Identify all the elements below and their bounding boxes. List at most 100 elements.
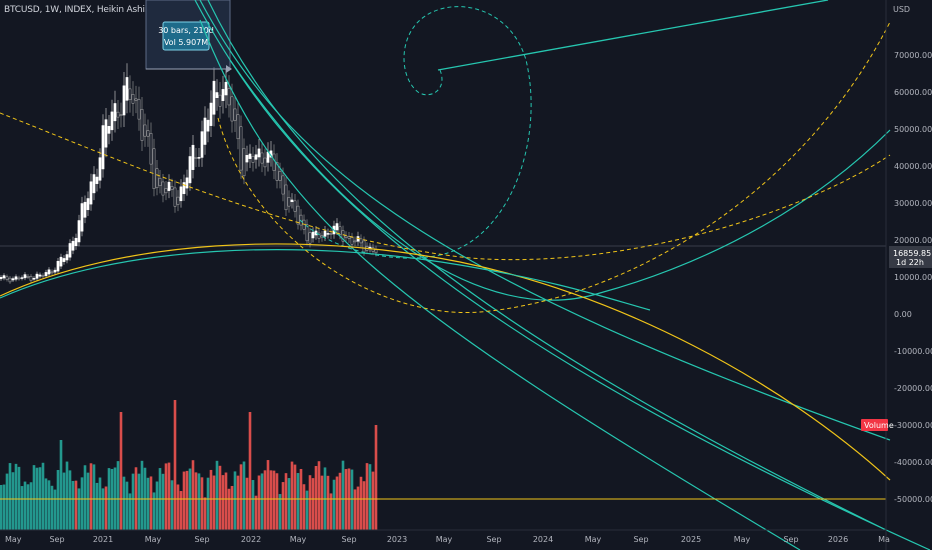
candle-body [38, 274, 42, 277]
volume-bar [251, 480, 255, 530]
candle-body [2, 275, 6, 279]
volume-bar [245, 477, 249, 530]
candle-body [8, 277, 12, 283]
candle-body [254, 154, 258, 160]
price-chart[interactable]: 30 bars, 210d Vol 5.907M 70000.0060000.0… [0, 0, 932, 550]
volume-bar [116, 461, 120, 530]
candle-body [227, 88, 231, 106]
volume-bar [242, 461, 246, 530]
candle-body [197, 157, 201, 159]
price-axis-label: -20000.00 [894, 384, 932, 393]
candle-body [20, 277, 24, 279]
volume-bar [41, 462, 45, 530]
volume-bar [89, 463, 93, 530]
volume-bar [137, 473, 141, 530]
volume-bar [284, 473, 288, 530]
volume-bar [53, 489, 57, 530]
candle-body [179, 186, 183, 202]
candle-body [89, 181, 93, 205]
time-axis-label: 2023 [387, 535, 407, 544]
volume-bar [203, 497, 207, 530]
volume-bar [122, 476, 126, 530]
candle-body [155, 168, 159, 188]
candle-body [173, 187, 177, 207]
volume-bar [269, 470, 273, 530]
volume-bar [212, 475, 216, 530]
candle-body [248, 153, 252, 159]
time-axis-label: 2021 [93, 535, 113, 544]
candle-body [32, 278, 36, 280]
candle-body [233, 108, 237, 121]
volume-bar [152, 492, 156, 530]
measure-tooltip-line2: Vol 5.907M [164, 38, 208, 47]
volume-bar [146, 477, 150, 530]
candle-body [107, 126, 111, 134]
volume-bar [20, 486, 24, 530]
volume-bar [260, 473, 264, 530]
chart-background [0, 0, 932, 550]
volume-bar [302, 484, 306, 530]
volume-bar [353, 489, 357, 530]
volume-bar [167, 462, 171, 530]
volume-bar [47, 480, 51, 530]
volume-bar [332, 479, 336, 530]
candle-body [47, 269, 51, 275]
volume-bar [356, 486, 360, 530]
price-axis-label: 10000.00 [894, 273, 932, 282]
time-axis-label: Ma [878, 535, 890, 544]
symbol-legend[interactable]: BTCUSD, 1W, INDEX, Heikin Ashi [4, 5, 145, 15]
candle-body [122, 85, 126, 116]
volume-bar [32, 465, 36, 530]
candle-body [185, 177, 189, 189]
candle-body [41, 275, 45, 277]
time-axis-label: May [5, 535, 22, 544]
candle-body [293, 200, 297, 212]
volume-bar [83, 465, 87, 530]
volume-bar [56, 470, 60, 530]
price-axis-label: 70000.00 [894, 51, 932, 60]
candle-body [344, 235, 348, 238]
volume-bar [239, 464, 243, 530]
volume-bar [308, 475, 312, 530]
candle-body [74, 237, 78, 247]
volume-bar [368, 464, 372, 530]
volume-bar [359, 476, 363, 530]
candle-body [359, 238, 363, 244]
volume-bar [335, 476, 339, 530]
volume-bar [149, 476, 153, 530]
volume-bar [341, 460, 345, 530]
candle-body [140, 109, 144, 141]
time-axis-label: 2025 [681, 535, 701, 544]
volume-bar [221, 475, 225, 530]
candle-body [230, 96, 234, 122]
volume-bar [263, 470, 267, 530]
volume-bar [287, 478, 291, 530]
volume-bar [74, 480, 78, 530]
volume-bar [305, 490, 309, 530]
candle-body [56, 260, 60, 272]
candle-body [239, 126, 243, 171]
volume-bar [206, 477, 210, 530]
price-axis-label: -50000.00 [894, 495, 932, 504]
volume-bar [182, 471, 186, 530]
volume-bar [179, 491, 183, 530]
volume-bar [140, 460, 144, 530]
volume-bar [164, 463, 168, 530]
time-axis-label: Sep [486, 535, 501, 544]
candle-body [251, 156, 255, 163]
time-axis-label: May [585, 535, 602, 544]
currency-label: USD [893, 5, 910, 14]
candle-body [212, 80, 216, 115]
price-axis-label: 0.00 [894, 310, 912, 319]
candle-body [272, 153, 276, 171]
candle-body [50, 271, 54, 274]
candle-body [188, 156, 192, 184]
candle-body [335, 223, 339, 231]
candle-body [176, 196, 180, 205]
volume-bar [290, 461, 294, 530]
candle-body [98, 157, 102, 181]
candle-body [53, 269, 57, 273]
volume-bar [125, 481, 129, 530]
price-axis-label: -40000.00 [894, 458, 932, 467]
candle-body [134, 98, 138, 101]
